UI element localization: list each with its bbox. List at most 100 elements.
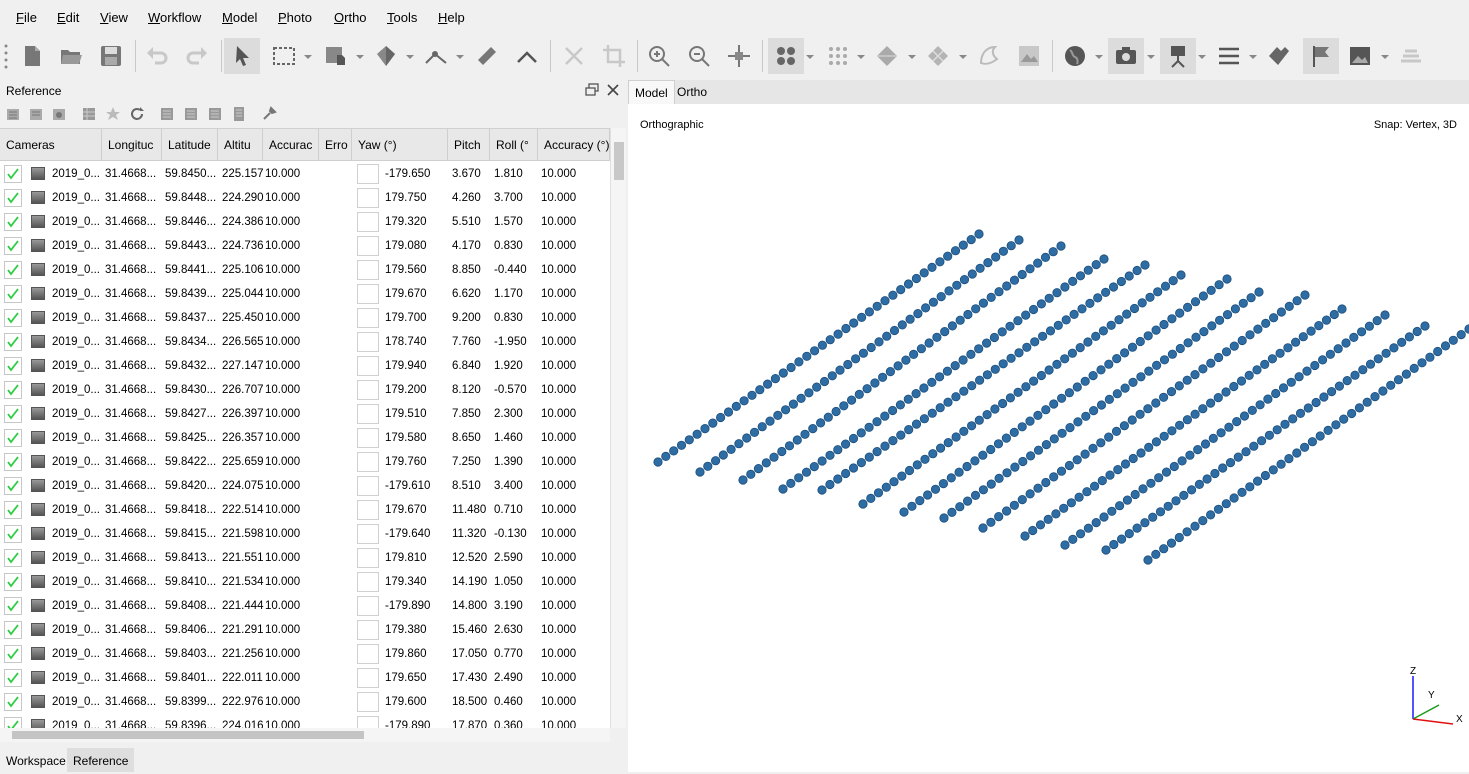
camera-position-marker[interactable] xyxy=(1116,534,1127,544)
camera-position-marker[interactable] xyxy=(967,269,977,279)
camera-position-marker[interactable] xyxy=(943,251,953,261)
enable-checkbox[interactable] xyxy=(4,621,22,639)
camera-position-marker[interactable] xyxy=(916,344,926,354)
camera-position-marker[interactable] xyxy=(1354,403,1365,413)
show-trajectory-button[interactable] xyxy=(1160,38,1196,74)
camera-position-marker[interactable] xyxy=(870,378,880,388)
camera-position-marker[interactable] xyxy=(1091,260,1101,270)
camera-position-marker[interactable] xyxy=(1380,310,1390,320)
camera-position-marker[interactable] xyxy=(800,429,810,439)
camera-position-marker[interactable] xyxy=(881,482,891,492)
camera-position-marker[interactable] xyxy=(1119,421,1129,431)
camera-position-marker[interactable] xyxy=(1069,309,1079,319)
camera-position-marker[interactable] xyxy=(1010,462,1020,472)
camera-position-marker[interactable] xyxy=(1456,330,1466,340)
camera-position-marker[interactable] xyxy=(708,418,718,428)
camera-position-marker[interactable] xyxy=(1268,465,1278,475)
camera-position-marker[interactable] xyxy=(1290,337,1301,347)
camera-position-marker[interactable] xyxy=(857,312,867,322)
menu-model[interactable]: Model xyxy=(222,10,257,25)
camera-position-marker[interactable] xyxy=(1049,434,1059,444)
camera-position-marker[interactable] xyxy=(1033,483,1043,493)
camera-position-marker[interactable] xyxy=(993,439,1004,449)
camera-position-marker[interactable] xyxy=(1127,342,1138,352)
move-region-button[interactable] xyxy=(318,38,354,74)
chevron-down-icon[interactable] xyxy=(1147,53,1155,61)
camera-position-marker[interactable] xyxy=(716,412,726,423)
vertical-scrollbar[interactable] xyxy=(610,128,626,728)
rotation-checkbox[interactable] xyxy=(357,476,379,496)
camera-position-marker[interactable] xyxy=(1075,271,1086,281)
camera-position-marker[interactable] xyxy=(1158,392,1169,402)
break-line-button[interactable] xyxy=(509,38,545,74)
camera-position-marker[interactable] xyxy=(809,461,819,472)
camera-position-marker[interactable] xyxy=(1154,473,1164,483)
camera-position-marker[interactable] xyxy=(1268,313,1279,323)
enable-checkbox[interactable] xyxy=(4,189,22,207)
camera-position-marker[interactable] xyxy=(755,385,765,395)
table-row[interactable]: 2019_0... 31.4668... 59.8437... 225.450 10.0… xyxy=(0,306,610,330)
rotation-checkbox[interactable] xyxy=(357,620,379,640)
camera-position-marker[interactable] xyxy=(950,360,960,371)
show-basemap-button[interactable] xyxy=(1057,38,1093,74)
camera-position-marker[interactable] xyxy=(955,502,965,512)
camera-position-marker[interactable] xyxy=(864,452,874,462)
rotation-checkbox[interactable] xyxy=(357,212,379,232)
camera-position-marker[interactable] xyxy=(1146,478,1156,488)
camera-position-marker[interactable] xyxy=(1028,525,1038,536)
camera-position-marker[interactable] xyxy=(1030,337,1040,347)
camera-position-marker[interactable] xyxy=(1111,426,1122,436)
camera-position-marker[interactable] xyxy=(819,376,830,387)
camera-position-marker[interactable] xyxy=(1237,487,1247,497)
dense-cloud-button[interactable] xyxy=(820,38,856,74)
camera-position-marker[interactable] xyxy=(703,461,713,471)
camera-position-marker[interactable] xyxy=(951,392,961,402)
camera-position-marker[interactable] xyxy=(982,409,992,420)
camera-position-marker[interactable] xyxy=(1193,444,1203,455)
camera-position-marker[interactable] xyxy=(1163,501,1173,511)
camera-position-marker[interactable] xyxy=(841,468,851,479)
camera-position-marker[interactable] xyxy=(1337,304,1347,314)
menu-edit[interactable]: Edit xyxy=(57,10,79,25)
camera-position-marker[interactable] xyxy=(1299,442,1310,452)
rotation-checkbox[interactable] xyxy=(357,716,379,728)
camera-position-marker[interactable] xyxy=(986,292,996,302)
camera-position-marker[interactable] xyxy=(1064,460,1074,471)
camera-position-marker[interactable] xyxy=(810,346,820,356)
camera-position-marker[interactable] xyxy=(1218,463,1228,473)
camera-position-marker[interactable] xyxy=(851,354,861,364)
camera-position-marker[interactable] xyxy=(1035,520,1046,530)
camera-position-marker[interactable] xyxy=(919,268,929,278)
camera-position-marker[interactable] xyxy=(1080,376,1090,386)
camera-position-marker[interactable] xyxy=(1124,271,1134,281)
camera-position-marker[interactable] xyxy=(1041,439,1051,450)
camera-position-marker[interactable] xyxy=(1314,321,1324,331)
camera-position-marker[interactable] xyxy=(1198,404,1208,414)
camera-position-marker[interactable] xyxy=(731,401,741,411)
camera-position-marker[interactable] xyxy=(777,446,787,457)
camera-position-marker[interactable] xyxy=(1264,430,1275,440)
camera-position-marker[interactable] xyxy=(1202,474,1212,484)
camera-position-marker[interactable] xyxy=(1167,349,1178,359)
camera-position-marker[interactable] xyxy=(1130,489,1140,500)
chevron-down-icon[interactable] xyxy=(959,53,967,61)
camera-position-marker[interactable] xyxy=(1108,282,1119,292)
camera-position-marker[interactable] xyxy=(792,435,802,445)
camera-position-marker[interactable] xyxy=(1136,448,1146,458)
camera-position-marker[interactable] xyxy=(1045,326,1056,336)
camera-position-marker[interactable] xyxy=(1302,366,1312,376)
camera-position-marker[interactable] xyxy=(856,457,866,468)
camera-position-marker[interactable] xyxy=(843,359,853,370)
camera-position-marker[interactable] xyxy=(922,490,933,500)
camera-position-marker[interactable] xyxy=(944,286,954,296)
rotation-checkbox[interactable] xyxy=(357,500,379,520)
camera-position-marker[interactable] xyxy=(1060,540,1070,550)
camera-position-marker[interactable] xyxy=(1404,332,1415,342)
camera-position-marker[interactable] xyxy=(913,309,923,319)
camera-position-marker[interactable] xyxy=(700,423,710,434)
ruler-button[interactable] xyxy=(469,38,505,74)
camera-position-marker[interactable] xyxy=(1040,252,1051,262)
enable-checkbox[interactable] xyxy=(4,261,22,279)
camera-position-marker[interactable] xyxy=(726,444,736,454)
camera-position-marker[interactable] xyxy=(1253,324,1263,334)
